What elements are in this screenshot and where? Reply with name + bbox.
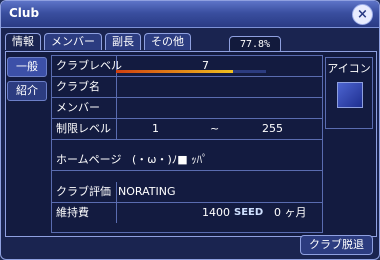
tab-members[interactable]: メンバー xyxy=(44,33,102,50)
level-limit-label: 制限レベル xyxy=(52,119,117,139)
window-title: Club xyxy=(9,6,40,20)
members-label: メンバー xyxy=(52,98,117,118)
tab-vice-leader[interactable]: 副長 xyxy=(105,33,141,50)
level-limit-separator: ~ xyxy=(210,122,220,135)
row-level-limit: 制限レベル 1 ~ 255 xyxy=(52,119,322,140)
club-level-progress-fill xyxy=(116,70,233,73)
row-members: メンバー xyxy=(52,98,322,119)
upkeep-months: 0 ヶ月 xyxy=(274,206,307,219)
side-item-introduction[interactable]: 紹介 xyxy=(7,81,47,101)
club-level-value: 7 xyxy=(202,59,209,72)
club-name-label: クラブ名 xyxy=(52,77,117,97)
tab-bar: 情報 メンバー 副長 その他 xyxy=(5,33,191,51)
row-club-name: クラブ名 xyxy=(52,77,322,98)
club-emblem-icon[interactable] xyxy=(337,82,363,108)
club-icon-panel: アイコン xyxy=(325,57,373,129)
club-rating-label: クラブ評価 xyxy=(52,182,117,202)
club-window: Club × 情報 メンバー 副長 その他 77.8% 一般 紹介 クラブレベル… xyxy=(0,0,380,260)
row-homepage: ホームページ (・ω・)ﾉ■ ｯﾊﾟ xyxy=(52,150,322,171)
row-club-level: クラブレベル 7 xyxy=(52,56,322,77)
level-limit-min: 1 xyxy=(152,122,159,135)
close-icon: × xyxy=(357,7,368,22)
upkeep-currency: SEED xyxy=(234,207,264,218)
tab-info[interactable]: 情報 xyxy=(5,33,41,50)
level-limit-max: 255 xyxy=(262,122,283,135)
side-item-general[interactable]: 一般 xyxy=(7,57,47,77)
row-upkeep: 維持費 1400 SEED 0 ヶ月 xyxy=(52,203,322,223)
homepage-value[interactable]: (・ω・)ﾉ■ ｯﾊﾟ xyxy=(132,150,208,170)
club-info-panel: クラブレベル 7 クラブ名 メンバー 制限レベル 1 ~ 255 ホームページ … xyxy=(51,55,323,233)
close-button[interactable]: × xyxy=(352,4,373,25)
homepage-label: ホームページ xyxy=(56,153,122,166)
club-level-progress-track xyxy=(116,70,266,73)
tab-other[interactable]: その他 xyxy=(144,33,191,50)
leave-club-button[interactable]: クラブ脱退 xyxy=(300,235,373,255)
title-bar[interactable]: Club × xyxy=(1,1,379,28)
upkeep-value: 1400 xyxy=(202,206,230,219)
side-nav: 一般 紹介 xyxy=(7,57,47,105)
upkeep-label: 維持費 xyxy=(52,203,117,223)
club-level-label: クラブレベル xyxy=(52,56,122,76)
icon-panel-label: アイコン xyxy=(327,62,371,75)
club-rating-value: NORATING xyxy=(118,185,176,198)
row-club-rating: クラブ評価 NORATING xyxy=(52,182,322,203)
